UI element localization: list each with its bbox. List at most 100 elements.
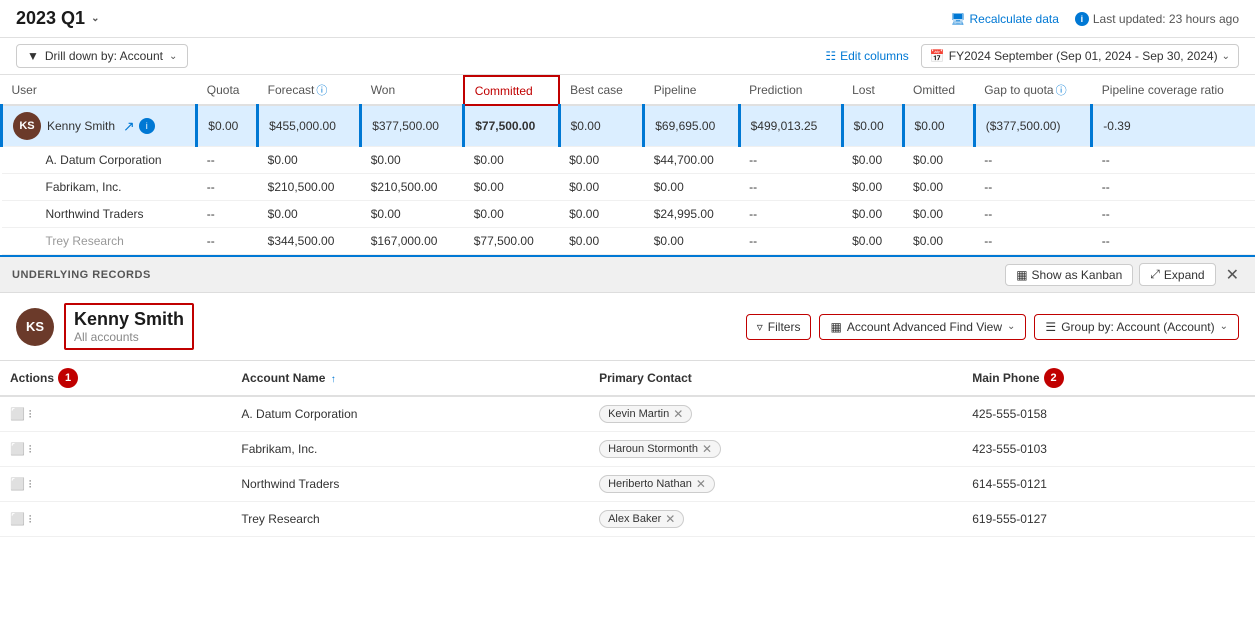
underlying-header: UNDERLYING RECORDS ▦ Show as Kanban ⤢ Ex… — [0, 257, 1255, 293]
subrow-northwind-account: Northwind Traders — [2, 201, 197, 228]
more-options-icon[interactable]: ⁝ — [28, 407, 32, 421]
chip-remove-northwind[interactable]: ✕ — [696, 477, 706, 491]
chip-remove-datum[interactable]: ✕ — [673, 407, 683, 421]
kenny-coverage: -0.39 — [1092, 105, 1255, 147]
subrow-datum-omitted: $0.00 — [903, 147, 974, 174]
open-trey-icon[interactable]: ⬜ — [10, 512, 25, 526]
th-user: User — [2, 76, 197, 105]
last-updated-label: i Last updated: 23 hours ago — [1075, 12, 1239, 26]
subrow-datum-pred: -- — [739, 147, 842, 174]
kenny-committed: $77,500.00 — [464, 105, 559, 147]
filter-icon: ▿ — [757, 320, 763, 334]
fy-selector[interactable]: 📅 FY2024 September (Sep 01, 2024 - Sep 3… — [921, 44, 1239, 68]
contact-chip-datum: Kevin Martin ✕ — [599, 405, 692, 423]
gap-info-icon[interactable]: ⓘ — [1056, 82, 1067, 98]
records-header-row: Actions 1 Account Name ↑ Primary Contact… — [0, 361, 1255, 396]
th-prediction: Prediction — [739, 76, 842, 105]
subrow-datum-committed: $0.00 — [464, 147, 559, 174]
record-trey-contact: Alex Baker ✕ — [589, 502, 962, 537]
kenny-expand-icon[interactable]: ↗ — [123, 118, 135, 135]
main-phone-header-cell: Main Phone 2 — [972, 368, 1245, 388]
open-record-icon[interactable]: ⬜ — [10, 407, 25, 421]
group-by-icon: ☰ — [1045, 320, 1056, 334]
underlying-title: UNDERLYING RECORDS — [12, 269, 151, 281]
period-title-area[interactable]: 2023 Q1 ⌄ — [16, 8, 99, 29]
show-as-kanban-button[interactable]: ▦ Show as Kanban — [1005, 264, 1133, 286]
main-table-header-row: User Quota Forecast ⓘ Won Committed Best… — [2, 76, 1255, 105]
kenny-user-cell-inner: KS Kenny Smith ↗ i — [13, 112, 185, 140]
info-icon: i — [1075, 12, 1089, 26]
th-gap-to-quota: Gap to quota ⓘ — [974, 76, 1092, 105]
kenny-omitted: $0.00 — [903, 105, 974, 147]
th-omitted: Omitted — [903, 76, 974, 105]
th-main-phone: Main Phone 2 — [962, 361, 1255, 396]
kenny-avatar: KS — [13, 112, 41, 140]
th-won: Won — [361, 76, 464, 105]
record-northwind-actions: ⬜ ⁝ — [0, 467, 231, 502]
expand-button[interactable]: ⤢ Expand — [1139, 263, 1215, 286]
th-pipeline: Pipeline — [644, 76, 739, 105]
subrow-datum-account: A. Datum Corporation — [2, 147, 197, 174]
subrow-trey: Trey Research -- $344,500.00 $167,000.00… — [2, 228, 1255, 255]
th-best-case: Best case — [559, 76, 644, 105]
subrow-northwind: Northwind Traders -- $0.00 $0.00 $0.00 $… — [2, 201, 1255, 228]
kenny-info-icon[interactable]: i — [139, 118, 155, 134]
recalculate-icon: 🖥 — [950, 12, 965, 26]
account-name-sort-icon[interactable]: ↑ — [331, 374, 336, 385]
th-quota: Quota — [197, 76, 258, 105]
open-northwind-icon[interactable]: ⬜ — [10, 477, 25, 491]
record-row-datum: ⬜ ⁝ A. Datum Corporation Kevin Martin ✕ … — [0, 396, 1255, 432]
top-bar-actions: 🖥 Recalculate data i Last updated: 23 ho… — [950, 12, 1239, 26]
advanced-find-button[interactable]: ▦ Account Advanced Find View ⌄ — [819, 314, 1026, 340]
contact-chip-northwind: Heriberto Nathan ✕ — [599, 475, 715, 493]
main-table-container: User Quota Forecast ⓘ Won Committed Best… — [0, 75, 1255, 255]
th-committed: Committed — [464, 76, 559, 105]
drill-down-button[interactable]: ▼ Drill down by: Account ⌄ — [16, 44, 188, 68]
subrow-datum: A. Datum Corporation -- $0.00 $0.00 $0.0… — [2, 147, 1255, 174]
subrow-datum-pipeline: $44,700.00 — [644, 147, 739, 174]
close-panel-button[interactable]: ✕ — [1222, 265, 1243, 285]
top-bar: 2023 Q1 ⌄ 🖥 Recalculate data i Last upda… — [0, 0, 1255, 38]
ks-section: KS Kenny Smith All accounts ▿ Filters ▦ … — [0, 293, 1255, 361]
subrow-datum-gap: -- — [974, 147, 1092, 174]
th-pipeline-coverage: Pipeline coverage ratio — [1092, 76, 1255, 105]
recalculate-button[interactable]: 🖥 Recalculate data — [950, 12, 1059, 26]
record-datum-actions: ⬜ ⁝ — [0, 396, 231, 432]
toolbar-row: ▼ Drill down by: Account ⌄ ☷ Edit column… — [0, 38, 1255, 75]
record-row-trey: ⬜ ⁝ Trey Research Alex Baker ✕ 619-555-0… — [0, 502, 1255, 537]
subrow-datum-won: $0.00 — [361, 147, 464, 174]
record-trey-name: Trey Research — [231, 502, 589, 537]
th-primary-contact: Primary Contact — [589, 361, 962, 396]
more-trey-icon[interactable]: ⁝ — [28, 512, 32, 526]
forecast-info-icon[interactable]: ⓘ — [316, 82, 327, 98]
fy-chevron-icon: ⌄ — [1222, 51, 1230, 62]
group-by-chevron: ⌄ — [1220, 321, 1228, 332]
ks-right: ▿ Filters ▦ Account Advanced Find View ⌄… — [746, 314, 1239, 340]
kenny-gap: ($377,500.00) — [974, 105, 1092, 147]
group-by-button[interactable]: ☰ Group by: Account (Account) ⌄ — [1034, 314, 1239, 340]
subrow-fabrikam: Fabrikam, Inc. -- $210,500.00 $210,500.0… — [2, 174, 1255, 201]
kenny-smith-row: KS Kenny Smith ↗ i $0.00 $455,000.00 $37… — [2, 105, 1255, 147]
records-table: Actions 1 Account Name ↑ Primary Contact… — [0, 361, 1255, 537]
more-northwind-icon[interactable]: ⁝ — [28, 477, 32, 491]
th-actions: Actions 1 — [0, 361, 231, 396]
kenny-won: $377,500.00 — [361, 105, 464, 147]
filters-button[interactable]: ▿ Filters — [746, 314, 812, 340]
kenny-pipeline: $69,695.00 — [644, 105, 739, 147]
record-datum-contact: Kevin Martin ✕ — [589, 396, 962, 432]
edit-columns-button[interactable]: ☷ Edit columns — [825, 49, 908, 63]
record-northwind-name: Northwind Traders — [231, 467, 589, 502]
open-fabrikam-icon[interactable]: ⬜ — [10, 442, 25, 456]
underlying-header-actions: ▦ Show as Kanban ⤢ Expand ✕ — [1005, 263, 1243, 286]
calendar-icon: 📅 — [930, 49, 945, 63]
subrow-datum-lost: $0.00 — [842, 147, 903, 174]
chip-remove-fabrikam[interactable]: ✕ — [702, 442, 712, 456]
kenny-prediction: $499,013.25 — [739, 105, 842, 147]
record-row-fabrikam: ⬜ ⁝ Fabrikam, Inc. Haroun Stormonth ✕ 42… — [0, 432, 1255, 467]
main-phone-badge: 2 — [1044, 368, 1064, 388]
chip-remove-trey[interactable]: ✕ — [665, 512, 675, 526]
more-fabrikam-icon[interactable]: ⁝ — [28, 442, 32, 456]
records-table-container: Actions 1 Account Name ↑ Primary Contact… — [0, 361, 1255, 537]
kenny-name: Kenny Smith — [47, 119, 115, 133]
record-trey-actions: ⬜ ⁝ — [0, 502, 231, 537]
